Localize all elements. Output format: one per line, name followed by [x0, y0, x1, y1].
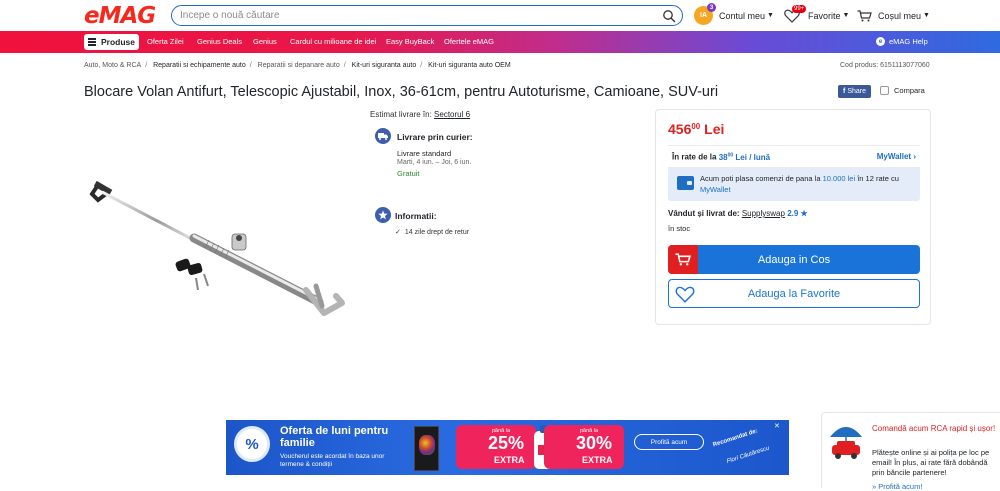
nav-link-oferta-zilei[interactable]: Oferta Zilei [147, 37, 184, 46]
delivery-estimate: Estimat livrare în: Sectorul 6 [370, 110, 471, 119]
cart-menu[interactable]: Coșul meu ▼ [857, 5, 930, 26]
account-label: Contul meu [719, 10, 766, 21]
cart-icon [857, 9, 872, 21]
banner-subtitle: Voucherul este acordat în baza unor term… [280, 453, 385, 468]
seller-info: Vândut și livrat de: Supplyswap 2.9 ★ [668, 209, 808, 218]
buy-box: 45600 Lei În rate de la 3800 Lei / lună … [655, 109, 931, 325]
seller-link[interactable]: Supplyswap [742, 209, 785, 218]
rca-body: Plătește online și ai polița pe loc pe e… [872, 448, 990, 477]
share-button[interactable]: f Share [838, 85, 871, 98]
heart-icon: 99+ [784, 4, 807, 23]
rca-popup[interactable]: Comandă acum RCA rapid și ușor! Plătește… [821, 412, 1000, 491]
compare-toggle[interactable]: Compara [880, 86, 925, 95]
help-icon: e [876, 37, 885, 46]
banner-cta-button[interactable]: Profită acum [634, 434, 704, 450]
search-bar [171, 5, 683, 26]
check-icon: ✓ [395, 229, 401, 236]
nav-link-genius[interactable]: Genius [253, 37, 277, 46]
facebook-icon: f [842, 88, 846, 95]
favorites-badge: 99+ [792, 4, 807, 13]
heart-icon [675, 286, 695, 303]
product-code: Cod produs: 6151113077060 [840, 62, 930, 69]
rca-link[interactable]: » Profită acum! [872, 482, 922, 491]
mywallet-link[interactable]: MyWallet › [877, 152, 916, 161]
breadcrumb-item[interactable]: Kit-uri siguranta auto OEM [428, 62, 510, 69]
cart-label: Coșul meu [878, 10, 922, 21]
info-title: Informatii: [395, 211, 437, 221]
banner-title: Oferta de luni pentru familie [280, 425, 389, 449]
breadcrumb-item[interactable]: Kit-uri siguranta auto [352, 62, 417, 69]
promo-banner[interactable]: % Oferta de luni pentru familie Voucheru… [226, 420, 789, 475]
favorites-label: Favorite [808, 10, 841, 21]
product-image[interactable] [84, 178, 354, 328]
delivery-standard: Livrare standard [397, 149, 452, 158]
chevron-down-icon: ▼ [767, 12, 774, 19]
products-menu-button[interactable]: Produse [84, 34, 139, 50]
breadcrumb: Auto, Moto & RCA / Reparatii si echipamen… [84, 62, 511, 69]
installments-row[interactable]: În rate de la 3800 Lei / lună MyWallet › [668, 145, 920, 168]
delivery-dates: Marti, 4 iun. – Joi, 6 iun. [397, 159, 472, 166]
banner-discount-badge: până la 25% EXTRA [456, 425, 536, 469]
breadcrumb-item[interactable]: Auto, Moto & RCA [84, 62, 141, 69]
nav-link-easy-buyback[interactable]: Easy BuyBack [386, 37, 434, 46]
mywallet-promo-text: Acum poti plasa comenzi de pana la 10.00… [700, 174, 899, 194]
nav-link-ofertele-emag[interactable]: Ofertele eMAG [444, 37, 494, 46]
header: eMAG IA3 Contul meu▼ 99+ Favorite▼ Coșul… [0, 0, 1000, 31]
seller-rating: 2.9 ★ [787, 209, 808, 218]
percent-icon: % [234, 426, 270, 462]
account-badge: 3 [707, 3, 716, 12]
nav-bar: Produse Oferta Zilei Genius Deals Genius… [0, 31, 1000, 53]
delivery-location-link[interactable]: Sectorul 6 [434, 110, 470, 119]
installments-text: În rate de la 3800 Lei / lună [672, 152, 771, 162]
close-icon[interactable]: ✕ [774, 422, 780, 430]
hamburger-icon [87, 37, 96, 48]
add-to-favorites-button[interactable]: Adauga la Favorite [668, 279, 920, 308]
mywallet-promo-link[interactable]: MyWallet [700, 185, 731, 194]
search-input[interactable] [180, 8, 650, 23]
add-to-cart-button[interactable]: Adauga in Cos [668, 245, 920, 274]
product-price: 45600 Lei [668, 121, 725, 137]
breadcrumb-item[interactable]: Reparatii si echipamente auto [153, 62, 246, 69]
return-policy: ✓ 14 zile drept de retur [395, 229, 470, 236]
truck-icon [375, 128, 391, 144]
account-menu[interactable]: IA 3 Contul meu ▼ [694, 3, 774, 26]
rca-title: Comandă acum RCA rapid și ușor! [872, 424, 996, 433]
chevron-down-icon: ▼ [923, 12, 930, 19]
umbrella-car-icon [830, 427, 862, 459]
nav-link-genius-deals[interactable]: Genius Deals [197, 37, 242, 46]
page-title: Blocare Volan Antifurt, Telescopic Ajust… [84, 84, 719, 100]
chevron-down-icon: ▼ [842, 12, 850, 19]
avatar: IA 3 [694, 3, 716, 25]
banner-product-puzzle [414, 426, 439, 471]
emag-logo[interactable]: eMAG [84, 3, 156, 29]
wallet-icon [677, 176, 694, 190]
banner-discount-badge: până la 30% EXTRA [544, 425, 624, 469]
delivery-cost: Gratuit [397, 169, 420, 178]
stock-status: în stoc [668, 224, 691, 233]
star-icon [375, 207, 391, 223]
cart-icon [668, 245, 698, 274]
mywallet-promo: Acum poti plasa comenzi de pana la 10.00… [668, 168, 920, 201]
compare-checkbox[interactable] [880, 86, 889, 95]
chevron-right-icon: › [913, 152, 916, 161]
favorites-menu[interactable]: 99+ Favorite ▼ [784, 4, 850, 26]
nav-link-cardul[interactable]: Cardul cu milioane de idei [290, 37, 376, 46]
breadcrumb-item[interactable]: Reparatii si depanare auto [258, 62, 340, 69]
courier-title: Livrare prin curier: [397, 132, 473, 142]
search-icon[interactable] [662, 9, 676, 23]
nav-help[interactable]: e eMAG Help [876, 37, 928, 46]
